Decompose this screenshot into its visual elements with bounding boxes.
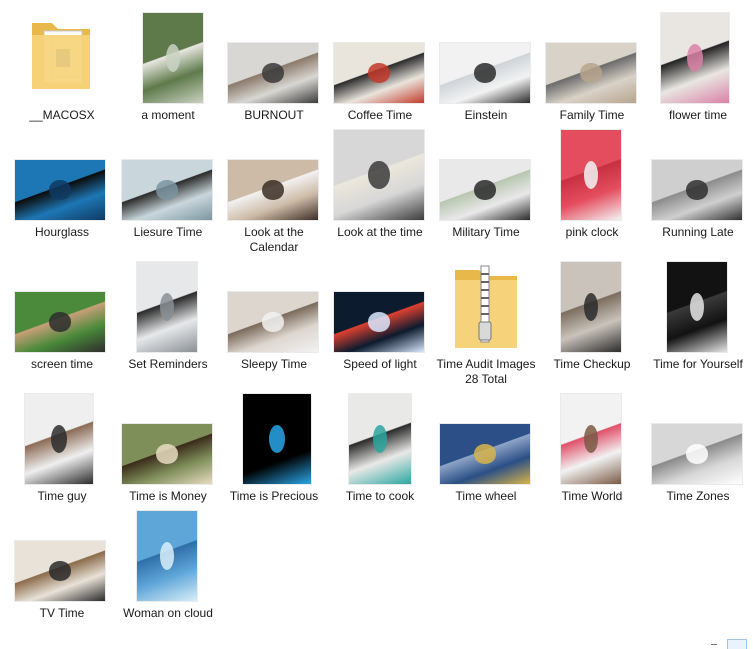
- file-name-label: Set Reminders: [128, 357, 208, 371]
- file-name-label: Running Late: [662, 225, 734, 239]
- photo-thumbnail[interactable]: [546, 43, 636, 103]
- photo-thumbnail[interactable]: [15, 160, 105, 220]
- file-name-label: Look at the Calendar: [244, 225, 304, 254]
- photo-thumbnail[interactable]: [661, 13, 729, 103]
- file-name-label: pink clock: [565, 225, 619, 239]
- file-name-label: BURNOUT: [244, 108, 304, 122]
- file-name-label: Time is Precious: [229, 489, 319, 503]
- photo-thumbnail[interactable]: [334, 43, 424, 103]
- file-name-label: Time guy: [37, 489, 87, 503]
- file-name-label: Time Checkup: [553, 357, 631, 371]
- photo-thumbnail[interactable]: [25, 394, 93, 484]
- file-name-label: __MACOSX: [29, 108, 95, 122]
- file-name-label: Time Audit Images 28 Total: [436, 357, 536, 386]
- file-grid: __MACOSX a moment BURNOUT Coffee Time Einste…: [0, 0, 753, 649]
- photo-thumbnail[interactable]: [652, 160, 742, 220]
- photo-thumbnail[interactable]: [137, 262, 197, 352]
- photo-thumbnail[interactable]: [334, 292, 424, 352]
- file-name-label: Time to cook: [345, 489, 415, 503]
- file-name-label: Liesure Time: [133, 225, 203, 239]
- photo-thumbnail[interactable]: [122, 424, 212, 484]
- file-name-label: screen time: [30, 357, 94, 371]
- file-name-label: Coffee Time: [347, 108, 413, 122]
- file-name-label: Military Time: [452, 225, 520, 239]
- photo-thumbnail[interactable]: [122, 160, 212, 220]
- file-name-label: Woman on cloud: [123, 606, 213, 620]
- photo-thumbnail[interactable]: [15, 292, 105, 352]
- file-name-label: Sleepy Time: [240, 357, 308, 371]
- photo-thumbnail[interactable]: [228, 292, 318, 352]
- photo-thumbnail[interactable]: [228, 160, 318, 220]
- photo-thumbnail[interactable]: [652, 424, 742, 484]
- file-name-label: TV Time: [39, 606, 85, 620]
- file-name-label: a moment: [141, 108, 195, 122]
- photo-thumbnail[interactable]: [667, 262, 727, 352]
- file-name-label: Time World: [561, 489, 623, 503]
- folder-icon[interactable]: [30, 13, 92, 103]
- file-name-label: Time Zones: [666, 489, 730, 503]
- photo-thumbnail[interactable]: [561, 394, 621, 484]
- photo-thumbnail[interactable]: [228, 43, 318, 103]
- photo-thumbnail[interactable]: [349, 394, 411, 484]
- file-name-label: Einstein: [464, 108, 508, 122]
- photo-thumbnail[interactable]: [143, 13, 203, 103]
- file-name-label: Hourglass: [34, 225, 90, 239]
- file-name-label: Time wheel: [455, 489, 517, 503]
- minimize-dash-icon: [711, 644, 717, 645]
- zip-folder-icon[interactable]: [453, 264, 519, 352]
- photo-thumbnail[interactable]: [137, 511, 197, 601]
- photo-thumbnail[interactable]: [243, 394, 311, 484]
- file-name-label: Look at the time: [337, 225, 423, 239]
- file-name-label: Time is Money: [129, 489, 207, 503]
- photo-thumbnail[interactable]: [334, 130, 424, 220]
- file-name-label: Family Time: [559, 108, 625, 122]
- file-name-label: Time for Yourself: [653, 357, 743, 371]
- photo-thumbnail[interactable]: [561, 262, 621, 352]
- photo-thumbnail[interactable]: [561, 130, 621, 220]
- file-name-label: Speed of light: [343, 357, 417, 371]
- file-name-label: flower time: [668, 108, 727, 122]
- photo-thumbnail[interactable]: [440, 43, 530, 103]
- photo-thumbnail[interactable]: [440, 424, 530, 484]
- photo-thumbnail[interactable]: [15, 541, 105, 601]
- photo-thumbnail[interactable]: [440, 160, 530, 220]
- view-toggle-icon[interactable]: [727, 639, 747, 649]
